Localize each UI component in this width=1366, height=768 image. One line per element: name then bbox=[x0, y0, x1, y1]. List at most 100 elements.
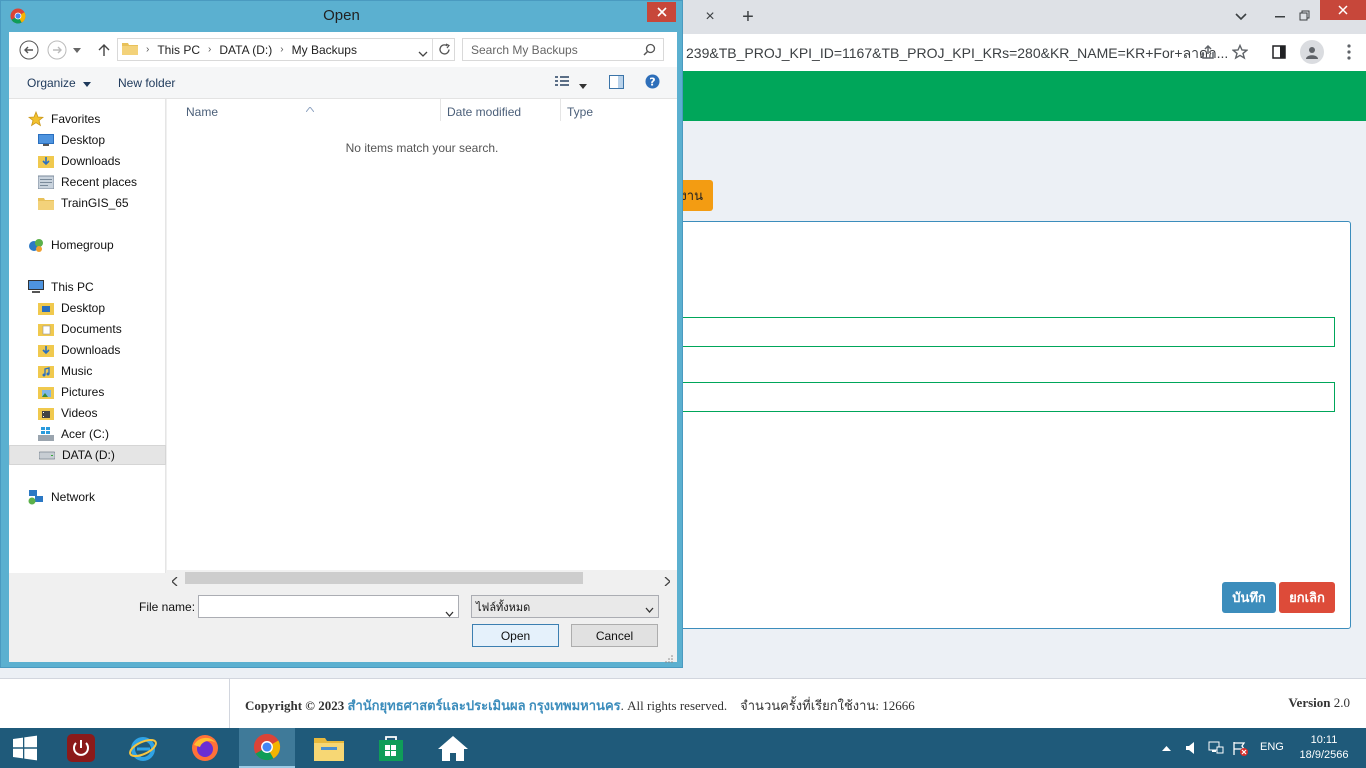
cancel-button[interactable]: Cancel bbox=[571, 624, 658, 647]
file-name-input[interactable] bbox=[198, 595, 459, 618]
search-input[interactable]: Search My Backups bbox=[462, 38, 664, 61]
nav-label: Documents bbox=[61, 322, 122, 336]
breadcrumb-my-backups[interactable]: My Backups bbox=[292, 43, 357, 57]
action-center-flag-icon[interactable] bbox=[1229, 728, 1251, 768]
save-button[interactable]: บันทึก bbox=[1222, 582, 1276, 613]
breadcrumb-data-d[interactable]: DATA (D:) bbox=[219, 43, 272, 57]
internet-explorer-icon[interactable] bbox=[115, 728, 171, 768]
nav-fav-traingis[interactable]: TrainGIS_65 bbox=[9, 193, 166, 213]
tab-search-icon[interactable] bbox=[1228, 4, 1254, 30]
power-app-icon[interactable] bbox=[53, 728, 109, 768]
organize-label: Organize bbox=[27, 76, 76, 90]
new-folder-button[interactable]: New folder bbox=[118, 76, 175, 90]
file-name-label: File name: bbox=[139, 600, 196, 614]
column-header-type[interactable]: Type bbox=[567, 105, 593, 119]
bookmark-star-icon[interactable] bbox=[1229, 41, 1251, 63]
new-tab-button[interactable]: + bbox=[735, 4, 761, 30]
file-type-dropdown-icon[interactable] bbox=[645, 604, 654, 616]
nav-favorites[interactable]: Favorites bbox=[9, 109, 166, 129]
column-separator[interactable] bbox=[440, 99, 441, 121]
nav-pc-data-d[interactable]: DATA (D:) bbox=[9, 445, 166, 465]
chrome-taskbar-icon[interactable] bbox=[239, 728, 295, 768]
up-arrow-icon[interactable] bbox=[93, 39, 115, 61]
nav-pc-music[interactable]: Music bbox=[9, 361, 166, 381]
start-button-windows-icon[interactable] bbox=[0, 728, 50, 768]
preview-pane-icon[interactable] bbox=[609, 75, 624, 92]
form-input-2[interactable] bbox=[600, 382, 1335, 412]
nav-pc-documents[interactable]: Documents bbox=[9, 319, 166, 339]
footer-org-link[interactable]: สำนักยุทธศาสตร์และประเมินผล กรุงเทพมหานค… bbox=[348, 698, 621, 713]
nav-pc-desktop[interactable]: Desktop bbox=[9, 298, 166, 318]
recent-locations-chevron-icon[interactable] bbox=[70, 39, 84, 61]
share-icon[interactable] bbox=[1197, 41, 1219, 63]
forward-arrow-icon[interactable] bbox=[46, 39, 68, 61]
cancel-form-button[interactable]: ยกเลิก bbox=[1279, 582, 1335, 613]
home-icon[interactable] bbox=[425, 728, 481, 768]
address-bar-url[interactable]: 239&TB_PROJ_KPI_ID=1167&TB_PROJ_KPI_KRs=… bbox=[686, 43, 1228, 65]
clock[interactable]: 10:11 18/9/2566 bbox=[1296, 733, 1352, 763]
dialog-close-button[interactable] bbox=[647, 2, 676, 22]
tray-overflow-chevron-icon[interactable] bbox=[1156, 728, 1176, 768]
horizontal-scrollbar[interactable] bbox=[167, 570, 677, 587]
file-explorer-icon[interactable] bbox=[301, 728, 357, 768]
organize-menu[interactable]: Organize bbox=[27, 76, 92, 90]
file-type-select[interactable]: ไฟล์ทั้งหมด bbox=[471, 595, 659, 618]
nav-label: Recent places bbox=[61, 175, 138, 189]
nav-pc-downloads[interactable]: Downloads bbox=[9, 340, 166, 360]
view-options-icon[interactable] bbox=[555, 75, 569, 90]
breadcrumb-separator-icon: › bbox=[146, 44, 150, 55]
volume-icon[interactable] bbox=[1182, 728, 1202, 768]
restore-button[interactable] bbox=[1292, 2, 1316, 28]
nav-pc-pictures[interactable]: Pictures bbox=[9, 382, 166, 402]
profile-avatar-icon[interactable] bbox=[1300, 40, 1324, 64]
homegroup-icon bbox=[27, 237, 45, 253]
address-dropdown-icon[interactable] bbox=[418, 46, 428, 60]
store-icon[interactable] bbox=[363, 728, 419, 768]
file-name-dropdown-icon[interactable] bbox=[445, 604, 454, 622]
scrollbar-thumb[interactable] bbox=[185, 572, 583, 584]
tab-close-button[interactable]: × bbox=[697, 4, 723, 30]
taskbar: ENG 10:11 18/9/2566 bbox=[0, 728, 1366, 768]
resize-grip-icon[interactable] bbox=[665, 650, 673, 668]
column-header-date[interactable]: Date modified bbox=[447, 105, 521, 119]
dialog-title: Open bbox=[323, 7, 360, 24]
nav-label: Desktop bbox=[61, 133, 106, 147]
nav-this-pc-label: This PC bbox=[51, 280, 94, 294]
back-arrow-icon[interactable] bbox=[18, 39, 40, 61]
form-input-1[interactable] bbox=[600, 317, 1335, 347]
column-separator[interactable] bbox=[560, 99, 561, 121]
clock-time: 10:11 bbox=[1310, 734, 1338, 746]
address-bar[interactable]: › This PC › DATA (D:) › My Backups bbox=[117, 38, 455, 61]
nav-pc-acer-c[interactable]: Acer (C:) bbox=[9, 424, 166, 444]
language-indicator[interactable]: ENG bbox=[1260, 741, 1284, 753]
nav-favorites-label: Favorites bbox=[51, 112, 101, 126]
nav-pc-videos[interactable]: Videos bbox=[9, 403, 166, 423]
window-close-button[interactable] bbox=[1320, 0, 1366, 20]
music-folder-icon bbox=[37, 363, 55, 379]
nav-label: Desktop bbox=[61, 301, 106, 315]
refresh-icon[interactable] bbox=[438, 43, 451, 59]
search-placeholder: Search My Backups bbox=[471, 42, 578, 57]
help-icon[interactable]: ? bbox=[645, 74, 660, 92]
desktop-icon bbox=[37, 132, 55, 148]
breadcrumb-this-pc[interactable]: This PC bbox=[157, 43, 200, 57]
view-dropdown-icon[interactable] bbox=[579, 78, 587, 92]
documents-folder-icon bbox=[37, 321, 55, 337]
nav-homegroup[interactable]: Homegroup bbox=[9, 235, 166, 255]
nav-network[interactable]: Network bbox=[9, 487, 166, 507]
nav-fav-recent-places[interactable]: Recent places bbox=[9, 172, 166, 192]
nav-fav-desktop[interactable]: Desktop bbox=[9, 130, 166, 150]
side-panel-icon[interactable] bbox=[1268, 41, 1290, 63]
clock-date: 18/9/2566 bbox=[1299, 749, 1349, 761]
menu-kebab-icon[interactable] bbox=[1338, 41, 1360, 63]
nav-fav-downloads[interactable]: Downloads bbox=[9, 151, 166, 171]
minimize-button[interactable] bbox=[1268, 4, 1292, 30]
column-header-name[interactable]: Name bbox=[186, 105, 218, 119]
firefox-icon[interactable] bbox=[177, 728, 233, 768]
open-button[interactable]: Open bbox=[472, 624, 559, 647]
nav-this-pc[interactable]: This PC bbox=[9, 277, 166, 297]
search-icon[interactable] bbox=[643, 43, 656, 59]
copyright-text: Copyright © 2023 bbox=[245, 698, 345, 713]
network-status-icon[interactable] bbox=[1205, 728, 1227, 768]
breadcrumb-separator-icon: › bbox=[280, 44, 284, 55]
